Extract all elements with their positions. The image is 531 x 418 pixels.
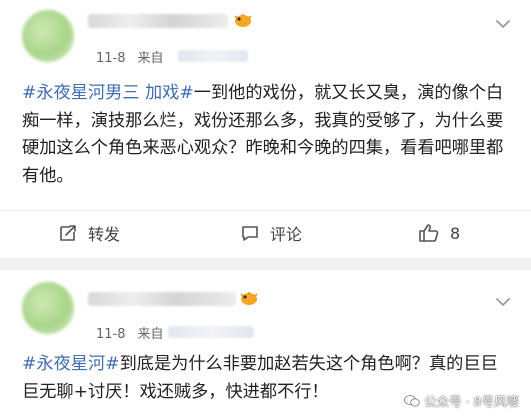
- like-button[interactable]: 8: [418, 211, 460, 255]
- username-blurred[interactable]: [88, 292, 236, 306]
- comment-button[interactable]: 评论: [240, 211, 302, 255]
- post-meta: 11-8 来自: [96, 323, 164, 342]
- comment-icon: [242, 226, 258, 241]
- avatar[interactable]: [22, 10, 74, 62]
- comment-label: 评论: [270, 225, 303, 244]
- thumbs-up-icon: [419, 224, 439, 242]
- hashtag-link[interactable]: #永夜星河#: [22, 354, 120, 374]
- post-date: 11-8: [96, 327, 126, 342]
- post-source-blurred: [178, 50, 248, 62]
- watermark-text: 公众号 · 8号风嘜: [424, 394, 519, 409]
- post-content: #永夜星河男三 加戏#一到他的戏份，就又长又臭，演的像个白痴一样，演技那么烂，戏…: [22, 80, 514, 190]
- post-source-prefix: 来自: [137, 51, 164, 66]
- chevron-down-icon[interactable]: [493, 292, 513, 312]
- puffer-fish-badge-icon: [234, 14, 252, 27]
- watermark: 公众号 · 8号风嘜: [404, 391, 519, 410]
- repost-button[interactable]: 转发: [58, 211, 120, 255]
- avatar[interactable]: [22, 282, 74, 334]
- username-blurred[interactable]: [88, 14, 228, 28]
- post-card: 11-8 来自 #永夜星河#到底是为什么非要加赵若失这个角色啊？真的巨巨巨无聊+讨…: [0, 270, 531, 418]
- hashtag-link[interactable]: #永夜星河男三 加戏#: [22, 83, 194, 103]
- post-date: 11-8: [96, 51, 126, 66]
- post-meta: 11-8 来自: [96, 47, 164, 66]
- post-actions: 转发 评论 8: [0, 210, 531, 255]
- wechat-icon: [404, 394, 420, 406]
- post-source-blurred: [168, 326, 254, 338]
- chevron-down-icon[interactable]: [493, 14, 513, 34]
- post-card: 11-8 来自 #永夜星河男三 加戏#一到他的戏份，就又长又臭，演的像个白痴一样，…: [0, 0, 531, 258]
- repost-icon: [60, 225, 76, 241]
- like-count: 8: [450, 223, 461, 243]
- repost-label: 转发: [88, 225, 121, 244]
- post-source-prefix: 来自: [137, 327, 164, 342]
- puffer-fish-badge-icon: [240, 292, 258, 305]
